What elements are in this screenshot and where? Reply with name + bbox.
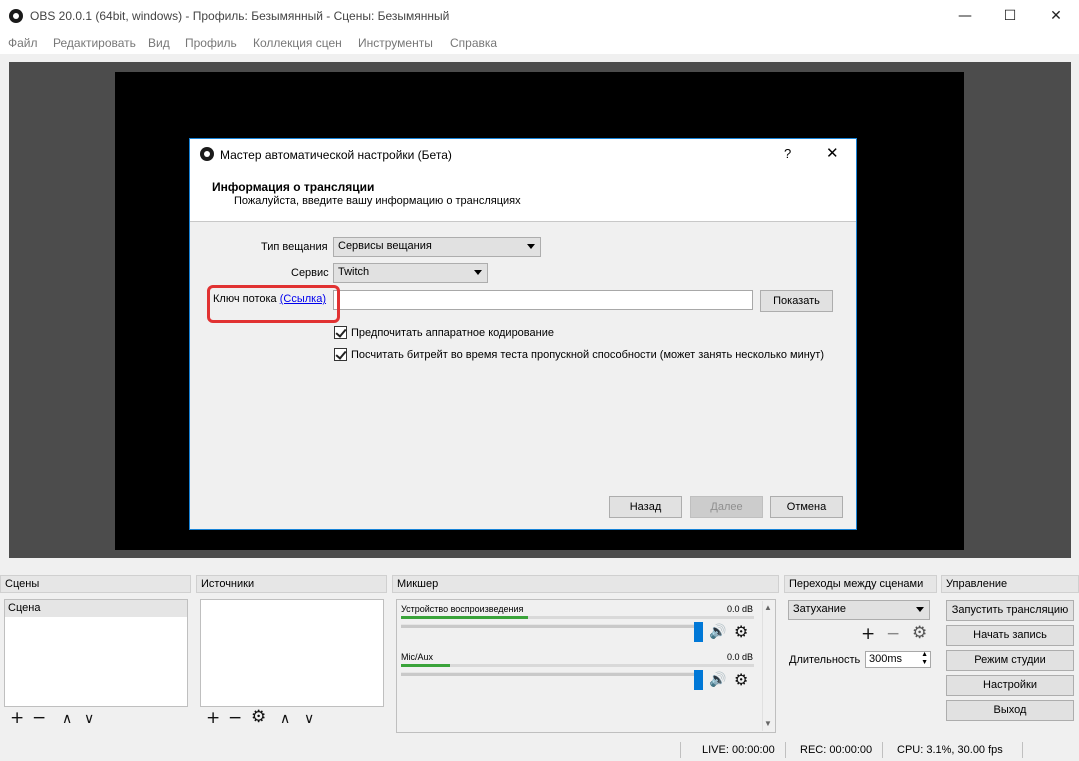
menu-edit[interactable]: Редактировать (53, 36, 136, 50)
audio-meter (401, 664, 754, 667)
transition-settings-gear-icon[interactable]: ⚙ (912, 625, 927, 642)
menu-tools[interactable]: Инструменты (358, 36, 433, 50)
window-titlebar: OBS 20.0.1 (64bit, windows) - Профиль: Б… (0, 0, 1079, 32)
start-streaming-button[interactable]: Запустить трансляцию (946, 600, 1074, 621)
dialog-close-button[interactable]: ✕ (826, 144, 839, 162)
menu-file[interactable]: Файл (8, 36, 38, 50)
transitions-dock-title: Переходы между сценами (784, 575, 937, 593)
status-separator (680, 742, 681, 758)
status-bar: LIVE: 00:00:00 REC: 00:00:00 CPU: 3.1%, … (0, 739, 1079, 761)
exit-button[interactable]: Выход (946, 700, 1074, 721)
spin-arrows-icon[interactable]: ▲ ▼ (921, 651, 928, 667)
cancel-button[interactable]: Отмена (770, 496, 843, 518)
mixer-channel-db: 0.0 dB (727, 604, 754, 614)
audio-meter (401, 616, 754, 619)
audio-meter-fill (401, 616, 529, 619)
audio-meter-fill (401, 664, 451, 667)
volume-slider[interactable] (401, 672, 701, 676)
controls-dock-title: Управление (941, 575, 1079, 593)
add-source-icon[interactable]: + (206, 710, 220, 727)
mixer-channel-db: 0.0 dB (727, 652, 754, 662)
mixer-dock-title: Микшер (392, 575, 779, 593)
volume-slider-handle[interactable] (694, 670, 703, 690)
source-settings-gear-icon[interactable]: ⚙ (251, 709, 266, 726)
mixer-channel-name: Mic/Aux (401, 652, 434, 662)
menu-help[interactable]: Справка (450, 36, 497, 50)
chevron-down-icon (474, 270, 482, 275)
stream-type-label: Тип вещания (261, 241, 328, 253)
dialog-title: Мастер автоматической настройки (Бета) (220, 148, 452, 162)
minimize-button[interactable]: — (942, 0, 988, 32)
live-status: LIVE: 00:00:00 (702, 744, 775, 756)
show-key-button[interactable]: Показать (760, 290, 833, 312)
gear-icon[interactable]: ⚙ (734, 622, 748, 641)
move-source-up-icon[interactable]: ∧ (280, 711, 290, 728)
scene-list-item[interactable]: Сцена (5, 600, 187, 617)
window-title: OBS 20.0.1 (64bit, windows) - Профиль: Б… (30, 9, 450, 23)
chevron-down-icon (527, 244, 535, 249)
status-separator (1022, 742, 1023, 758)
menu-profile[interactable]: Профиль (185, 36, 237, 50)
duration-value: 300ms (869, 653, 903, 665)
duration-label: Длительность (789, 654, 861, 666)
service-select[interactable]: Twitch (333, 263, 488, 283)
menu-view[interactable]: Вид (148, 36, 170, 50)
dialog-help-button[interactable]: ? (784, 146, 791, 161)
prefer-hardware-checkbox[interactable] (334, 326, 347, 339)
gear-icon[interactable]: ⚙ (734, 670, 748, 689)
menu-scene-collection[interactable]: Коллекция сцен (253, 36, 342, 50)
status-separator (785, 742, 786, 758)
annotation-highlight (207, 285, 340, 323)
back-button[interactable]: Назад (609, 496, 682, 518)
dialog-header-title: Информация о трансляции (212, 180, 375, 194)
stream-type-select[interactable]: Сервисы вещания (333, 237, 541, 257)
add-scene-icon[interactable]: + (10, 710, 24, 727)
scenes-dock-title: Сцены (0, 575, 191, 593)
mixer-scrollbar[interactable]: ▲ ▼ (762, 601, 774, 731)
speaker-icon[interactable]: 🔊 (709, 624, 726, 640)
chevron-down-icon (916, 607, 924, 612)
remove-scene-icon[interactable]: − (32, 710, 46, 727)
remove-transition-icon[interactable]: − (886, 626, 900, 643)
maximize-button[interactable]: ☐ (987, 0, 1033, 32)
bitrate-test-label: Посчитать битрейт во время теста пропуск… (351, 349, 824, 361)
bitrate-test-checkbox[interactable] (334, 348, 347, 361)
prefer-hardware-label: Предпочитать аппаратное кодирование (351, 327, 554, 339)
obs-logo-icon (9, 9, 23, 23)
sources-list[interactable] (200, 599, 384, 707)
cpu-status: CPU: 3.1%, 30.00 fps (897, 744, 1003, 756)
rec-status: REC: 00:00:00 (800, 744, 873, 756)
move-scene-down-icon[interactable]: ∨ (84, 711, 94, 728)
volume-slider[interactable] (401, 624, 701, 628)
start-recording-button[interactable]: Начать запись (946, 625, 1074, 646)
settings-button[interactable]: Настройки (946, 675, 1074, 696)
sources-dock-title: Источники (196, 575, 387, 593)
menu-bar: Файл Редактировать Вид Профиль Коллекция… (0, 32, 1079, 54)
transition-select[interactable]: Затухание (788, 600, 930, 620)
close-button[interactable]: ✕ (1033, 0, 1079, 32)
move-scene-up-icon[interactable]: ∧ (62, 711, 72, 728)
speaker-icon[interactable]: 🔊 (709, 672, 726, 688)
scroll-up-arrow-icon[interactable]: ▲ (764, 603, 772, 612)
remove-source-icon[interactable]: − (228, 710, 242, 727)
service-value: Twitch (338, 266, 370, 278)
obs-logo-icon (200, 147, 214, 161)
service-label: Сервис (291, 267, 329, 279)
volume-slider-handle[interactable] (694, 622, 703, 642)
duration-spinbox[interactable]: 300ms ▲ ▼ (865, 651, 931, 668)
dialog-titlebar: Мастер автоматической настройки (Бета) ?… (190, 139, 856, 170)
next-button[interactable]: Далее (690, 496, 763, 518)
mixer-channel-name: Устройство воспроизведения (401, 604, 524, 614)
studio-mode-button[interactable]: Режим студии (946, 650, 1074, 671)
dialog-header: Информация о трансляции Пожалуйста, введ… (190, 170, 856, 222)
scroll-down-arrow-icon[interactable]: ▼ (764, 719, 772, 728)
move-source-down-icon[interactable]: ∨ (304, 711, 314, 728)
stream-type-value: Сервисы вещания (338, 240, 432, 252)
add-transition-icon[interactable]: + (861, 626, 875, 643)
stream-key-input[interactable] (333, 290, 753, 310)
status-separator (882, 742, 883, 758)
transition-value: Затухание (793, 603, 847, 615)
dialog-header-subtitle: Пожалуйста, введите вашу информацию о тр… (234, 195, 521, 207)
